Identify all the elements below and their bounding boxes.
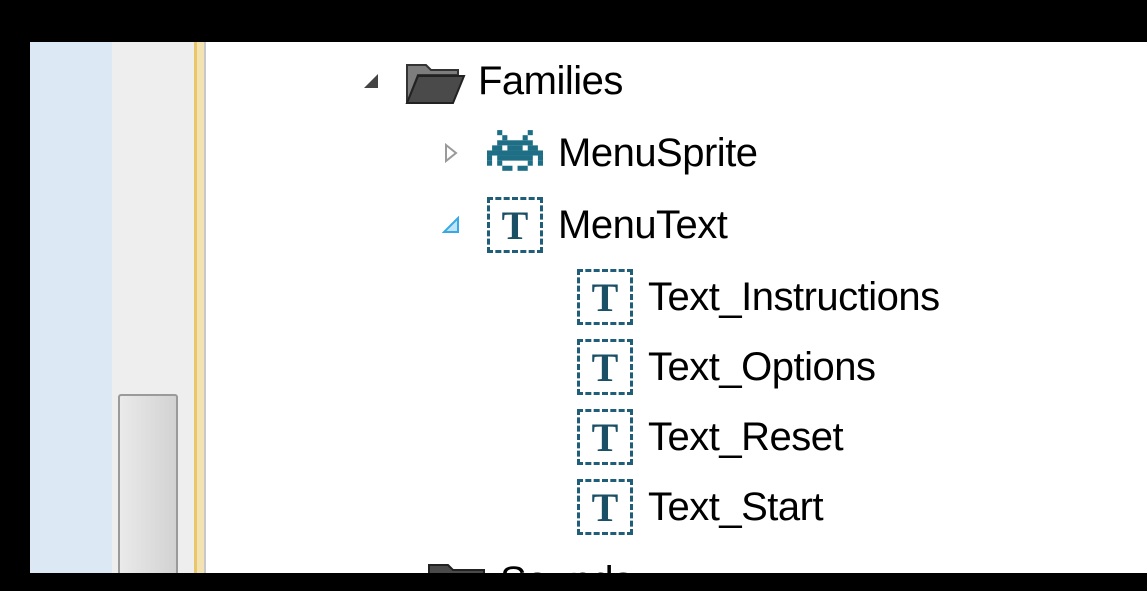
tree-item-menutext[interactable]: T MenuText: [440, 194, 728, 256]
text-object-icon: T: [574, 479, 636, 535]
tree-item-label: Sounds: [500, 561, 633, 573]
tree-item-text-start[interactable]: T Text_Start: [574, 476, 824, 538]
text-object-glyph: T: [487, 197, 543, 253]
tree-item-label: Text_Instructions: [648, 275, 940, 319]
folder-open-icon: [404, 53, 466, 109]
text-object-icon: T: [574, 339, 636, 395]
tree-item-text-reset[interactable]: T Text_Reset: [574, 406, 844, 468]
tree-item-label: MenuText: [558, 203, 728, 247]
expanded-arrow-icon[interactable]: [440, 214, 462, 236]
tree-item-families[interactable]: Families: [360, 50, 623, 112]
panel-left-border: [30, 42, 112, 573]
sprite-invader-icon: [484, 125, 546, 181]
tree-item-text-instructions[interactable]: T Text_Instructions: [574, 266, 940, 328]
tree-item-label: MenuSprite: [558, 131, 758, 175]
tree-item-menusprite[interactable]: MenuSprite: [440, 122, 758, 184]
text-object-glyph: T: [577, 409, 633, 465]
tree-item-text-options[interactable]: T Text_Options: [574, 336, 876, 398]
project-tree-panel: Families MenuSprite T MenuText T Text_In…: [30, 42, 1147, 573]
text-object-icon: T: [574, 409, 636, 465]
tree-item-label: Text_Reset: [648, 415, 844, 459]
project-tree: Families MenuSprite T MenuText T Text_In…: [210, 42, 1147, 573]
vertical-scrollbar[interactable]: [112, 42, 195, 573]
tree-item-label: Text_Options: [648, 345, 876, 389]
scrollbar-thumb[interactable]: [118, 394, 178, 573]
text-object-icon: T: [484, 197, 546, 253]
tree-item-label: Families: [478, 59, 623, 103]
folder-icon: [426, 553, 488, 573]
text-object-icon: T: [574, 269, 636, 325]
text-object-glyph: T: [577, 479, 633, 535]
tree-item-sounds[interactable]: Sounds: [426, 550, 633, 573]
text-object-glyph: T: [577, 339, 633, 395]
collapsed-arrow-icon[interactable]: [440, 142, 462, 164]
expanded-arrow-icon[interactable]: [360, 70, 382, 92]
text-object-glyph: T: [577, 269, 633, 325]
panel-divider: [194, 42, 206, 573]
tree-item-label: Text_Start: [648, 485, 824, 529]
